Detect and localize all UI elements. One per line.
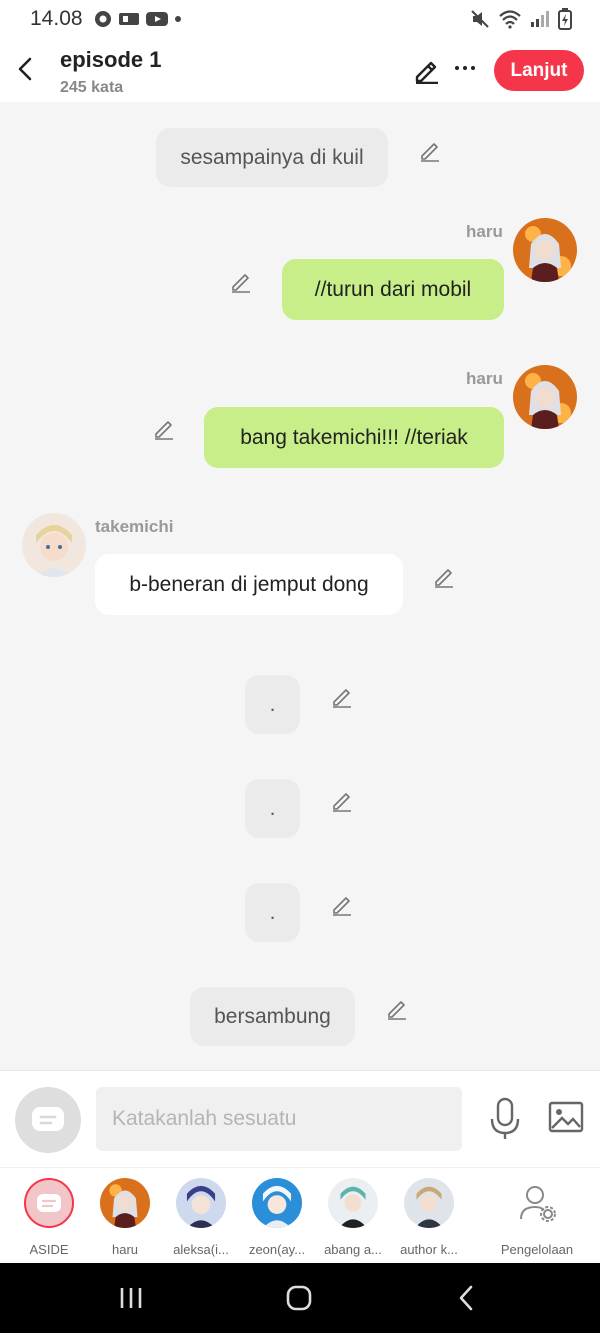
character-zeon[interactable]: zeon(ay...: [239, 1178, 315, 1257]
home-button[interactable]: [282, 1281, 316, 1315]
avatar-haru[interactable]: [513, 218, 577, 282]
message-text: //turun dari mobil: [314, 277, 472, 301]
status-time: 14.08: [30, 7, 83, 30]
more-button[interactable]: [450, 56, 480, 86]
character-aleksa[interactable]: aleksa(i...: [163, 1178, 239, 1257]
avatar-haru[interactable]: [513, 365, 577, 429]
character-aside[interactable]: ASIDE: [11, 1178, 87, 1257]
image-icon: [548, 1101, 584, 1133]
system-nav-bar: [0, 1263, 600, 1333]
status-notification-icons: [94, 10, 182, 28]
episode-title: episode 1: [60, 47, 162, 72]
message-text: sesampainya di kuil: [180, 145, 364, 169]
message-text: b-beneran di jemput dong: [129, 572, 369, 596]
pencil-icon: [415, 61, 438, 85]
word-count: 245 kata: [60, 79, 124, 96]
back-nav-icon: [459, 1285, 473, 1311]
edit-message-icon[interactable]: [432, 565, 456, 589]
character-label: author k...: [400, 1242, 458, 1257]
character-bar: ASIDE haru aleksa(i... zeon(ay... abang …: [0, 1167, 600, 1264]
voice-button[interactable]: [488, 1097, 522, 1141]
manage-characters-button[interactable]: Pengelolaan: [494, 1178, 580, 1257]
sender-name: haru: [466, 222, 503, 241]
vpn-icon: [119, 13, 139, 25]
character-abang[interactable]: abang a...: [315, 1178, 391, 1257]
manage-user-icon: [512, 1178, 562, 1228]
narration-bubble[interactable]: .: [245, 883, 300, 942]
message-text: bersambung: [214, 1004, 331, 1028]
my-message-bubble[interactable]: //turun dari mobil: [282, 259, 504, 320]
back-arrow-icon: [18, 57, 32, 81]
status-bar: 14.08: [0, 0, 600, 38]
narration-bubble[interactable]: .: [245, 675, 300, 734]
next-button[interactable]: Lanjut: [494, 50, 584, 91]
message-text: bang takemichi!!! //teriak: [240, 425, 468, 449]
message-text: .: [269, 796, 276, 820]
character-label: abang a...: [324, 1242, 382, 1257]
recent-apps-icon: [120, 1288, 142, 1308]
aside-icon: [37, 1194, 61, 1212]
status-system-icons: [470, 8, 572, 30]
message-input[interactable]: [96, 1087, 462, 1151]
input-bar: [0, 1070, 600, 1167]
my-message-bubble[interactable]: bang takemichi!!! //teriak: [204, 407, 504, 468]
character-label: Pengelolaan: [500, 1242, 574, 1257]
signal-icon: [531, 11, 549, 27]
sender-name: haru: [466, 369, 503, 388]
character-label: zeon(ay...: [248, 1242, 306, 1257]
edit-message-icon[interactable]: [385, 997, 409, 1021]
message-text: .: [269, 900, 276, 924]
edit-message-icon[interactable]: [330, 685, 354, 709]
sender-name: takemichi: [95, 517, 174, 536]
avatar: [252, 1178, 302, 1228]
avatar: [328, 1178, 378, 1228]
battery-icon: [558, 8, 572, 30]
home-icon: [286, 1285, 312, 1311]
mic-icon: [490, 1097, 520, 1139]
character-haru[interactable]: haru: [87, 1178, 163, 1257]
chat-area[interactable]: sesampainya di kuil haru //turun dari mo…: [0, 102, 600, 1070]
avatar: [100, 1178, 150, 1228]
avatar: [176, 1178, 226, 1228]
edit-message-icon[interactable]: [418, 139, 442, 163]
dot-icon: [175, 16, 181, 22]
edit-message-icon[interactable]: [330, 789, 354, 813]
edit-message-icon[interactable]: [229, 270, 253, 294]
edit-title-button[interactable]: [412, 56, 442, 86]
character-label: ASIDE: [29, 1242, 69, 1257]
edit-message-icon[interactable]: [152, 417, 176, 441]
mute-icon: [471, 10, 489, 28]
character-author[interactable]: author k...: [391, 1178, 467, 1257]
image-button[interactable]: [548, 1101, 586, 1135]
aside-avatar: [24, 1178, 74, 1228]
message-text: .: [269, 692, 276, 716]
youtube-icon: [146, 12, 168, 26]
avatar-takemichi[interactable]: [22, 513, 86, 577]
aside-icon: [32, 1107, 64, 1131]
narration-bubble[interactable]: sesampainya di kuil: [156, 128, 388, 187]
avatar: [404, 1178, 454, 1228]
character-label: aleksa(i...: [173, 1242, 229, 1257]
edit-message-icon[interactable]: [330, 893, 354, 917]
more-icon: [455, 66, 475, 70]
chrome-icon: [95, 11, 111, 27]
wifi-icon: [499, 10, 521, 29]
narration-bubble[interactable]: .: [245, 779, 300, 838]
character-label: haru: [111, 1242, 139, 1257]
other-message-bubble[interactable]: b-beneran di jemput dong: [95, 554, 403, 615]
aside-toggle-button[interactable]: [15, 1087, 81, 1153]
narration-bubble[interactable]: bersambung: [190, 987, 355, 1046]
app-header: episode 1 245 kata Lanjut: [0, 38, 600, 102]
recent-apps-button[interactable]: [116, 1281, 146, 1315]
back-button[interactable]: [10, 52, 40, 86]
back-nav-button[interactable]: [452, 1281, 480, 1315]
